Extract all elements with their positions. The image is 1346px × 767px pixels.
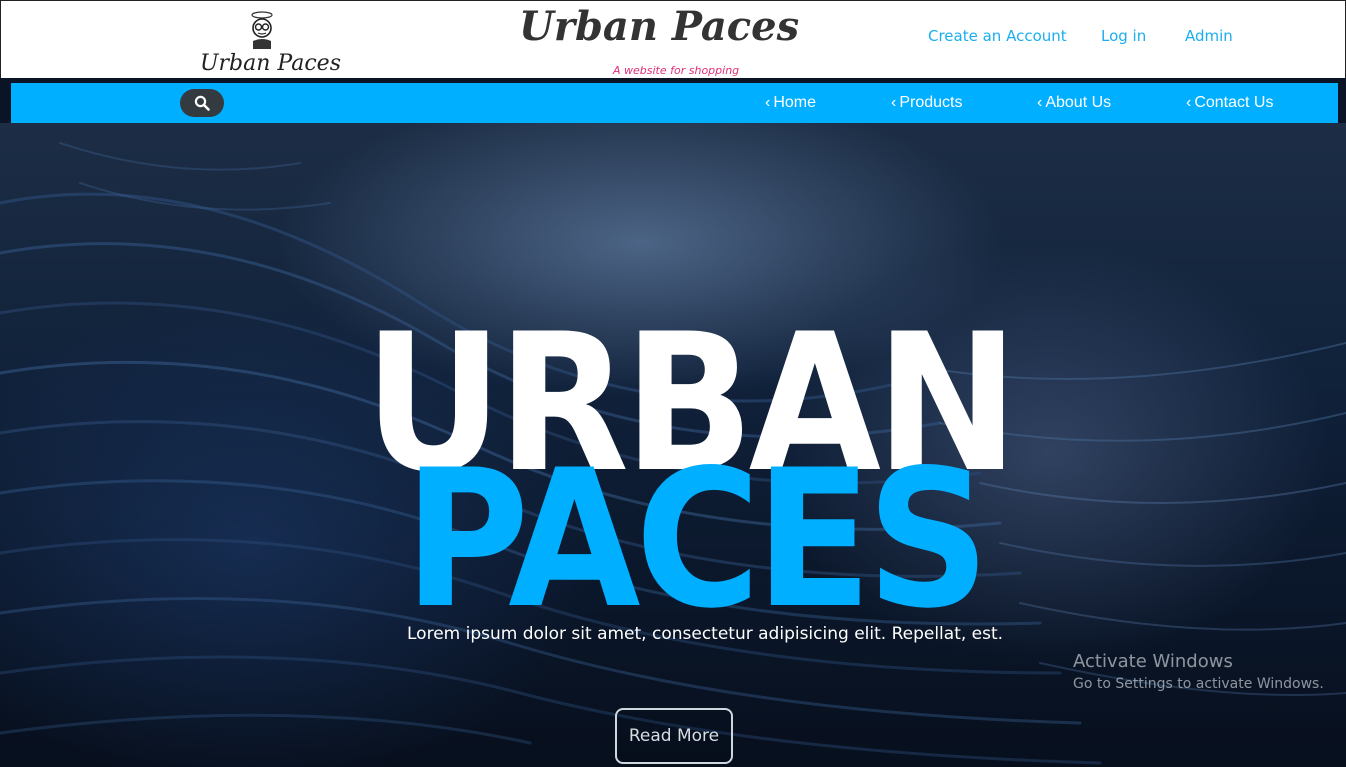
site-logo[interactable]: Urban Paces [197,7,341,77]
nav-home[interactable]: ‹ Home [765,94,816,112]
nav-products[interactable]: ‹ Products [891,94,962,112]
site-tagline: A website for shopping [613,64,740,77]
hero-title-line2: PACES [404,429,990,650]
activation-watermark-title: Activate Windows [1073,651,1233,672]
nav-about-label: About Us [1045,94,1112,111]
login-link[interactable]: Log in [1101,27,1146,45]
nav-home-label: Home [773,94,817,111]
nav-products-label: Products [899,94,963,111]
search-button[interactable] [180,89,224,117]
logo-text: Urban Paces [200,51,341,76]
mascot-icon [251,11,273,49]
chevron-left-icon: ‹ [891,94,897,111]
nav-contact-us[interactable]: ‹ Contact Us [1186,94,1273,112]
admin-link[interactable]: Admin [1185,27,1233,45]
create-account-link[interactable]: Create an Account [928,27,1067,45]
chevron-left-icon: ‹ [1037,94,1043,111]
nav-about-us[interactable]: ‹ About Us [1037,94,1111,112]
search-icon [194,95,210,111]
chevron-left-icon: ‹ [1186,94,1192,111]
header-bar: Urban Paces Urban Paces A website for sh… [0,0,1346,78]
hero-banner: URBAN PACES Lorem ipsum dolor sit amet, … [0,123,1346,767]
nav-contact-label: Contact Us [1194,94,1274,111]
hero-subtitle: Lorem ipsum dolor sit amet, consectetur … [407,624,1004,644]
activation-watermark-subtitle: Go to Settings to activate Windows. [1073,676,1324,692]
read-more-button[interactable]: Read More [615,708,733,764]
main-nav: ‹ Home ‹ Products ‹ About Us ‹ Contact Us [11,83,1338,123]
site-title: Urban Paces [519,3,800,50]
chevron-left-icon: ‹ [765,94,771,111]
